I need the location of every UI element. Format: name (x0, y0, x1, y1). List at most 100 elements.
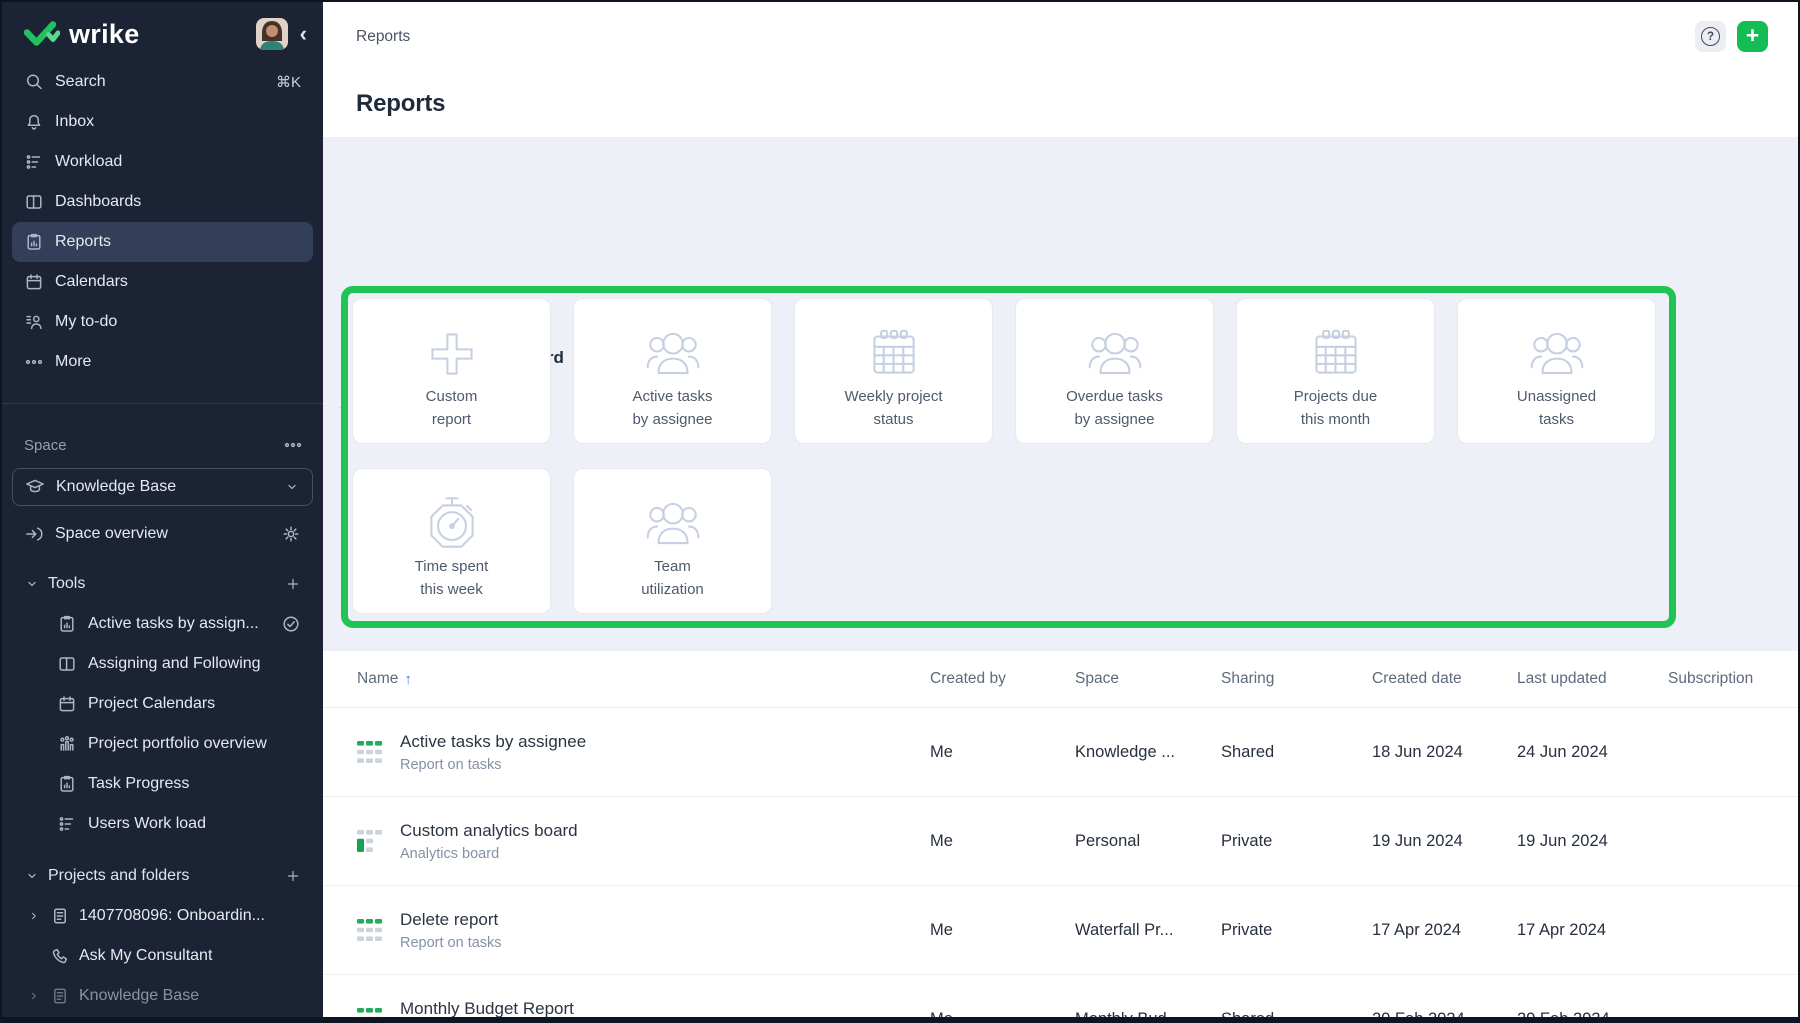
avatar[interactable] (256, 18, 288, 50)
space-selector[interactable]: Knowledge Base (12, 468, 313, 506)
sidebar-item-calendars[interactable]: Calendars (12, 262, 313, 302)
table-row[interactable]: Active tasks by assignee Report on tasks… (323, 708, 1798, 797)
table-row[interactable]: Monthly Budget Report Report on tasks Me… (323, 975, 1798, 1017)
sidebar-divider (2, 403, 323, 404)
sidebar-item-my-todo[interactable]: My to-do (12, 302, 313, 342)
last-updated-cell: 20 Feb 2024 (1517, 1010, 1668, 1018)
chevron-down-icon (337, 402, 351, 416)
tool-item-project-calendars[interactable]: Project Calendars (12, 684, 313, 724)
space-cell: Monthly Bud... (1075, 1010, 1221, 1018)
table-header-row: Name ↑ Created by Space Sharing Created … (323, 651, 1798, 708)
create-new-button[interactable]: + (1737, 21, 1768, 52)
column-header-subscription[interactable]: Subscription (1668, 670, 1798, 688)
column-header-name[interactable]: Name ↑ (357, 670, 930, 688)
column-header-created-by[interactable]: Created by (930, 670, 1075, 688)
report-grid-icon (357, 919, 382, 941)
search-shortcut: ⌘K (276, 73, 301, 91)
people-icon (640, 491, 706, 557)
people-icon (1524, 321, 1590, 387)
project-item-onboarding[interactable]: 1407708096: Onboardin... (12, 896, 313, 936)
report-name[interactable]: Monthly Budget Report (400, 999, 574, 1018)
sidebar-item-search[interactable]: Search ⌘K (12, 62, 313, 102)
created-by-cell: Me (930, 743, 1075, 762)
sidebar: wrike ‹ Search ⌘K Inbox Workload (2, 2, 323, 1017)
last-updated-cell: 17 Apr 2024 (1517, 921, 1668, 940)
add-project-icon[interactable] (285, 868, 301, 884)
tool-item-users-workload[interactable]: Users Work load (12, 804, 313, 844)
tool-item-active-tasks[interactable]: Active tasks by assign... (12, 604, 313, 644)
tools-section-header[interactable]: Tools (12, 564, 313, 604)
column-header-created-date[interactable]: Created date (1372, 670, 1517, 688)
report-name[interactable]: Active tasks by assignee (400, 732, 586, 752)
sharing-cell: Private (1221, 921, 1372, 940)
template-card-projects-due[interactable]: Projects duethis month (1236, 298, 1435, 444)
sidebar-item-dashboards[interactable]: Dashboards (12, 182, 313, 222)
report-grid-icon (357, 741, 382, 763)
table-row[interactable]: Delete report Report on tasks Me Waterfa… (323, 886, 1798, 975)
chevron-right-icon (337, 351, 351, 365)
logo-text: wrike (69, 19, 140, 50)
sidebar-item-more[interactable]: More (12, 342, 313, 382)
sharing-cell: Shared (1221, 743, 1372, 762)
phone-icon (50, 946, 70, 966)
created-by-cell: Me (930, 1010, 1075, 1018)
calendar-icon (24, 272, 44, 292)
created-date-cell: 20 Feb 2024 (1372, 1010, 1517, 1018)
column-header-last-updated[interactable]: Last updated (1517, 670, 1668, 688)
help-button[interactable]: ? (1695, 21, 1726, 52)
projects-section-header[interactable]: Projects and folders (12, 856, 313, 896)
tool-item-assigning-following[interactable]: Assigning and Following (12, 644, 313, 684)
sidebar-item-inbox[interactable]: Inbox (12, 102, 313, 142)
sharing-cell: Shared (1221, 1010, 1372, 1018)
template-card-team-utilization[interactable]: Teamutilization (573, 468, 772, 614)
created-date-cell: 17 Apr 2024 (1372, 921, 1517, 940)
add-tool-icon[interactable] (285, 576, 301, 592)
template-card-custom-report[interactable]: Customreport (352, 298, 551, 444)
template-card-time-spent[interactable]: Time spentthis week (352, 468, 551, 614)
document-icon (50, 906, 70, 926)
report-type: Analytics board (400, 846, 578, 862)
space-more-icon[interactable] (283, 435, 303, 455)
tool-item-portfolio-overview[interactable]: Project portfolio overview (12, 724, 313, 764)
template-card-overdue-tasks[interactable]: Overdue tasksby assignee (1015, 298, 1214, 444)
sidebar-item-workload[interactable]: Workload (12, 142, 313, 182)
search-icon (24, 72, 44, 92)
person-tasks-icon (24, 312, 44, 332)
sidebar-item-reports[interactable]: Reports (12, 222, 313, 262)
template-card-weekly-status[interactable]: Weekly projectstatus (794, 298, 993, 444)
template-card-active-tasks[interactable]: Active tasksby assignee (573, 298, 772, 444)
column-header-sharing[interactable]: Sharing (1221, 670, 1372, 688)
analytics-board-icon (357, 830, 382, 852)
created-by-cell: Me (930, 921, 1075, 940)
created-date-cell: 18 Jun 2024 (1372, 743, 1517, 762)
ellipsis-icon (24, 352, 44, 372)
report-name[interactable]: Custom analytics board (400, 821, 578, 841)
gear-icon[interactable] (281, 524, 301, 544)
check-circle-icon (281, 614, 301, 634)
report-name[interactable]: Delete report (400, 910, 502, 930)
tool-item-task-progress[interactable]: Task Progress (12, 764, 313, 804)
report-grid-icon (357, 1008, 382, 1017)
collapse-sidebar-icon[interactable]: ‹ (298, 23, 309, 45)
workload-icon (57, 814, 77, 834)
chevron-down-icon (284, 479, 300, 495)
chevron-right-icon (27, 989, 41, 1003)
document-icon (50, 986, 70, 1006)
workload-icon (24, 152, 44, 172)
column-header-space[interactable]: Space (1075, 670, 1221, 688)
table-row[interactable]: Custom analytics board Analytics board M… (323, 797, 1798, 886)
space-cell: Knowledge ... (1075, 743, 1221, 762)
project-item-ask-my-consultant[interactable]: Ask My Consultant (12, 936, 313, 976)
dashboard-icon (57, 654, 77, 674)
sidebar-item-space-overview[interactable]: Space overview (12, 514, 313, 554)
people-icon (1082, 321, 1148, 387)
sidebar-nav: Search ⌘K Inbox Workload Dashboards Repo… (2, 62, 323, 382)
sharing-cell: Private (1221, 832, 1372, 851)
template-card-unassigned-tasks[interactable]: Unassignedtasks (1457, 298, 1656, 444)
calendar-icon (1303, 321, 1369, 387)
chevron-down-icon (24, 868, 40, 884)
project-item-knowledge-base[interactable]: Knowledge Base (12, 976, 313, 1016)
report-template-grid: Customreport Active tasksby assignee Wee… (352, 298, 1656, 614)
page-header: Reports (323, 71, 1798, 137)
breadcrumb: Reports (356, 28, 410, 46)
